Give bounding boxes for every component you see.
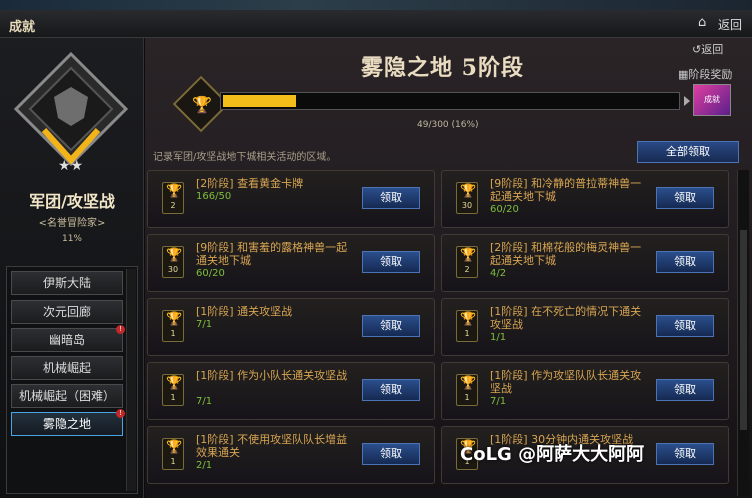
progress-fill (223, 95, 296, 107)
card-progress: 4/2 (490, 268, 507, 279)
guild-emblem-icon: ★★ (14, 52, 128, 174)
trophy-icon: 🏆 1 (162, 438, 184, 470)
card-progress: 60/20 (490, 204, 519, 215)
alert-icon: ! (116, 325, 125, 334)
card-text: [1阶段] 不使用攻坚队队长增益效果通关 (196, 433, 348, 459)
card-stage: 1 (170, 329, 176, 338)
achievement-card: 🏆 2 [2阶段] 和棉花般的梅灵神兽一起通关地下城 4/2 领取 (441, 234, 729, 292)
progress-arrow-icon (684, 96, 690, 106)
guild-title: 军团/攻坚战 (29, 192, 115, 211)
top-strip (0, 0, 752, 10)
achievement-card: 🏆 1 [1阶段] 不使用攻坚队队长增益效果通关 2/1 领取 (147, 426, 435, 484)
card-progress: 7/1 (490, 396, 507, 407)
trophy-icon: 🏆 30 (456, 182, 478, 214)
card-progress: 166/50 (196, 191, 232, 202)
nav-scrollbar[interactable] (126, 269, 136, 491)
return-button[interactable]: ↺返回 (692, 41, 723, 57)
card-progress: 7/1 (196, 396, 213, 407)
watermark: CoLG @阿萨大大阿阿 (460, 444, 645, 465)
trophy-icon: 🏆 (192, 94, 212, 114)
achievement-card: 🏆 1 [1阶段] 作为攻坚队队长通关攻坚战 7/1 领取 (441, 362, 729, 420)
card-progress: 7/1 (196, 319, 213, 330)
claim-button[interactable]: 领取 (362, 443, 420, 465)
achievement-list: 🏆 2 [2阶段] 查看黄金卡牌 166/50 领取 🏆 30 [9阶段] 和冷静的普拉蒂神兽… (147, 170, 737, 498)
guild-subtitle: <名誉冒险家> (38, 218, 106, 229)
trophy-icon: 🏆 1 (456, 310, 478, 342)
claim-button[interactable]: 领取 (656, 251, 714, 273)
claim-button[interactable]: 领取 (656, 443, 714, 465)
progress-text: 49/300 (16%) (417, 120, 479, 130)
claim-all-button[interactable]: 全部领取 (637, 141, 739, 163)
trophy-icon: 🏆 2 (456, 246, 478, 278)
return-icon: ↺ (692, 43, 702, 56)
achievement-card: 🏆 30 [9阶段] 和害羞的露格神兽一起通关地下城 60/20 领取 (147, 234, 435, 292)
card-stage: 1 (170, 393, 176, 402)
stage-reward-button[interactable]: ▦阶段奖励 (678, 66, 732, 82)
claim-button[interactable]: 领取 (656, 315, 714, 337)
card-stage: 2 (464, 265, 470, 274)
achievement-card: 🏆 1 [1阶段] 通关攻坚战 7/1 领取 (147, 298, 435, 356)
nav-item-isles[interactable]: 伊斯大陆 (11, 271, 123, 295)
card-progress: 2/1 (196, 460, 213, 471)
left-panel: ★★ 军团/攻坚战 <名誉冒险家> 11% 伊斯大陆 次元回廊 幽暗岛! 机械崛… (0, 38, 144, 498)
card-text: [2阶段] 和棉花般的梅灵神兽一起通关地下城 (490, 241, 642, 267)
claim-button[interactable]: 领取 (362, 315, 420, 337)
achievement-card: 🏆 1 [1阶段] 作为小队长通关攻坚战 7/1 领取 (147, 362, 435, 420)
card-stage: 2 (170, 201, 176, 210)
achievement-card: 🏆 30 [9阶段] 和冷静的普拉蒂神兽一起通关地下城 60/20 领取 (441, 170, 729, 228)
claim-button[interactable]: 领取 (362, 379, 420, 401)
card-stage: 1 (464, 393, 470, 402)
claim-button[interactable]: 领取 (656, 379, 714, 401)
guild-percent: 11% (61, 234, 82, 244)
achievement-card: 🏆 1 [1阶段] 在不死亡的情况下通关攻坚战 1/1 领取 (441, 298, 729, 356)
stage-progress-bar (220, 92, 680, 110)
trophy-icon: 🏆 1 (456, 374, 478, 406)
home-icon[interactable]: ⌂ (698, 15, 706, 30)
reward-icon[interactable]: 成就 (693, 84, 731, 116)
card-stage: 1 (464, 329, 470, 338)
scroll-thumb[interactable] (740, 230, 747, 430)
window-titlebar: 成就 ⌂ 返回 (0, 10, 752, 38)
card-progress: 1/1 (490, 332, 507, 343)
card-text: [9阶段] 和害羞的露格神兽一起通关地下城 (196, 241, 348, 267)
nav-list: 伊斯大陆 次元回廊 幽暗岛! 机械崛起 机械崛起（困难） 雾隐之地! (6, 266, 138, 494)
back-button[interactable]: 返回 (718, 16, 742, 33)
card-text: [1阶段] 通关攻坚战 (196, 305, 293, 318)
description: 记录军团/攻坚战地下城相关活动的区域。 (153, 152, 337, 163)
trophy-icon: 🏆 1 (162, 310, 184, 342)
alert-icon: ! (116, 409, 125, 418)
card-text: [1阶段] 作为小队长通关攻坚战 (196, 369, 348, 382)
nav-item-mech-rise[interactable]: 机械崛起 (11, 356, 123, 380)
claim-button[interactable]: 领取 (656, 187, 714, 209)
trophy-icon: 🏆 30 (162, 246, 184, 278)
card-text: [2阶段] 查看黄金卡牌 (196, 177, 304, 190)
gift-icon: ▦ (678, 68, 689, 81)
svg-text:★★: ★★ (58, 158, 83, 174)
card-progress: 60/20 (196, 268, 225, 279)
stage-title: 雾隐之地 5阶段 (361, 55, 524, 81)
card-text: [1阶段] 作为攻坚队队长通关攻坚战 (490, 369, 642, 395)
trophy-icon: 🏆 2 (162, 182, 184, 214)
nav-item-mech-rise-hard[interactable]: 机械崛起（困难） (11, 384, 123, 408)
main-panel: 雾隐之地 5阶段 ↺返回 ▦阶段奖励 🏆 成就 49/300 (16%) 记录军… (145, 38, 752, 498)
claim-button[interactable]: 领取 (362, 251, 420, 273)
card-text: [1阶段] 在不死亡的情况下通关攻坚战 (490, 305, 642, 331)
window-title: 成就 (9, 20, 36, 35)
nav-item-mist-land[interactable]: 雾隐之地! (11, 409, 125, 436)
claim-button[interactable]: 领取 (362, 187, 420, 209)
trophy-icon: 🏆 1 (162, 374, 184, 406)
list-scrollbar[interactable] (737, 170, 749, 496)
card-stage: 30 (167, 265, 179, 274)
nav-item-dark-island[interactable]: 幽暗岛! (11, 325, 125, 352)
card-stage: 1 (170, 457, 176, 466)
card-text: [9阶段] 和冷静的普拉蒂神兽一起通关地下城 (490, 177, 642, 203)
nav-item-corridor[interactable]: 次元回廊 (11, 300, 123, 324)
achievement-card: 🏆 2 [2阶段] 查看黄金卡牌 166/50 领取 (147, 170, 435, 228)
card-stage: 30 (461, 201, 473, 210)
